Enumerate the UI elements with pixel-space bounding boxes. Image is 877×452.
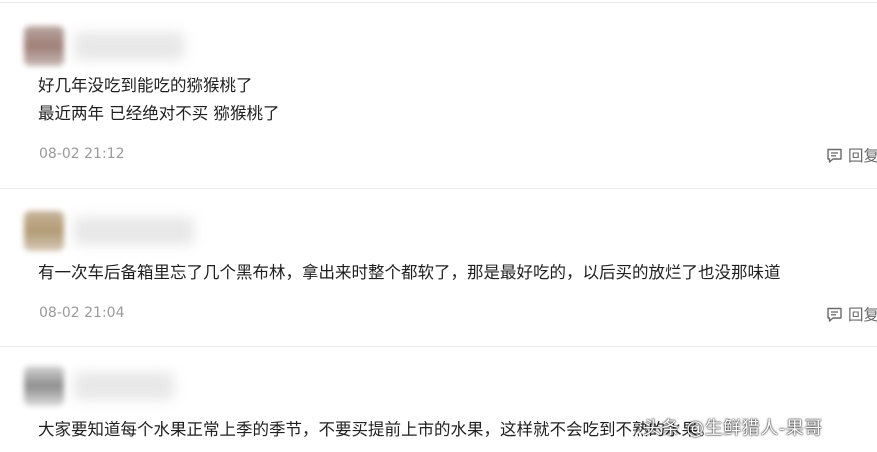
comment-divider	[0, 346, 877, 347]
comment-text: 好几年没吃到能吃的猕猴桃了	[38, 76, 253, 95]
avatar[interactable]	[24, 366, 64, 406]
reply-label: 回复	[848, 147, 877, 165]
reply-comment-icon	[827, 307, 842, 322]
username[interactable]	[74, 32, 184, 60]
username[interactable]	[74, 372, 174, 400]
comment-text: 有一次车后备箱里忘了几个黑布林，拿出来时整个都软了，那是最好吃的，以后买的放烂了…	[38, 263, 781, 282]
avatar[interactable]	[24, 211, 64, 251]
reply-button[interactable]: 回复	[826, 304, 877, 324]
comment-time: 08-02 21:12	[39, 146, 125, 162]
comment-text: 大家要知道每个水果正常上季的季节，不要买提前上市的水果，这样就不会吃到不熟的水果…	[38, 420, 715, 439]
username[interactable]	[74, 217, 194, 245]
reply-button[interactable]: 回复	[826, 145, 877, 165]
reply-label: 回复	[848, 306, 877, 324]
avatar[interactable]	[24, 26, 64, 66]
top-divider	[0, 2, 877, 3]
watermark: 头条 @生鲜猎人-果哥	[643, 418, 823, 439]
comment-divider	[0, 188, 877, 189]
comment-time: 08-02 21:04	[39, 305, 125, 321]
reply-comment-icon	[827, 148, 842, 163]
comment-text: 最近两年 已经绝对不买 猕猴桃了	[38, 104, 280, 123]
